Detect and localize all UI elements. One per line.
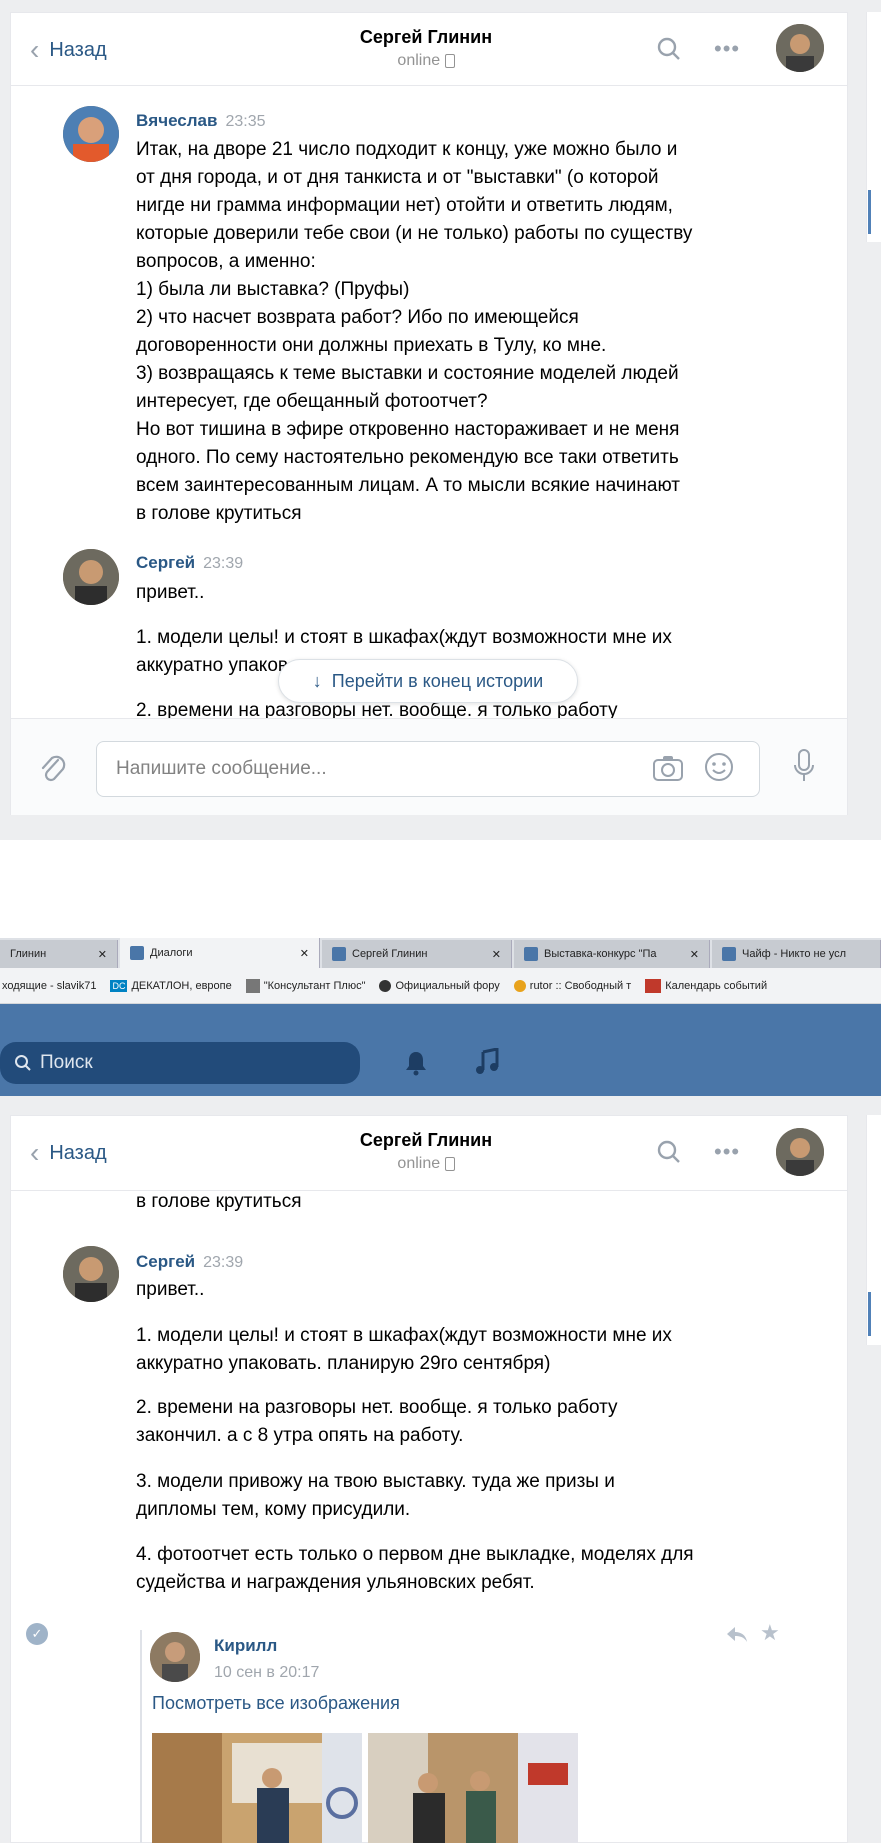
- view-all-images-link[interactable]: Посмотреть все изображения: [152, 1693, 400, 1714]
- vk-icon: [332, 947, 346, 961]
- forward-quote-bar: [140, 1630, 142, 1843]
- online-status: online: [276, 1155, 576, 1173]
- chat-name: Сергей Глинин: [359, 27, 493, 47]
- side-panel-marker: [868, 190, 871, 234]
- youtube-icon: [722, 947, 736, 961]
- message-avatar[interactable]: [63, 106, 119, 162]
- close-icon[interactable]: ✕: [300, 947, 309, 960]
- bookmark-item[interactable]: DC ДЕКАТЛОН, европе: [110, 979, 232, 992]
- back-button[interactable]: ‹ Назад: [30, 1137, 107, 1169]
- message-paragraph: 3. модели привожу на твою выставку. туда…: [136, 1471, 615, 1520]
- vk-search-input[interactable]: Поиск: [0, 1042, 360, 1084]
- message-paragraph: 2. времени на разговоры нет. вообще. я т…: [136, 1397, 618, 1446]
- screenshot-gap: [0, 840, 881, 938]
- decathlon-icon: DC: [110, 979, 128, 992]
- search-icon[interactable]: [656, 36, 682, 67]
- browser-tab[interactable]: Выставка-конкурс "Па ✕: [514, 940, 710, 968]
- side-panel-marker: [868, 1292, 871, 1336]
- message-text: Итак, на дворе 21 число подходит к концу…: [136, 139, 693, 524]
- attach-icon[interactable]: [38, 752, 68, 791]
- chevron-left-icon: ‹: [30, 1137, 40, 1168]
- chat-avatar[interactable]: [776, 1128, 824, 1176]
- online-status: online: [276, 52, 576, 70]
- message-author[interactable]: Сергей 23:39: [136, 553, 243, 573]
- mobile-icon: [444, 53, 455, 68]
- browser-tab-active[interactable]: Диалоги ✕: [120, 938, 320, 968]
- message-author[interactable]: Сергей 23:39: [136, 1252, 243, 1272]
- bookmark-item[interactable]: Календарь событий: [645, 978, 767, 993]
- message-paragraph: 1. модели целы! и стоят в шкафах(ждут во…: [136, 1325, 672, 1374]
- vk-icon: [130, 946, 144, 960]
- bell-icon[interactable]: [404, 1050, 428, 1081]
- chevron-left-icon: ‹: [30, 34, 40, 65]
- rutor-icon: [513, 979, 526, 992]
- chat-title: Сергей Глинин online: [276, 1130, 576, 1173]
- message-text: аккуратно упаков: [136, 655, 288, 676]
- bookmark-item[interactable]: "Консультант Плюс": [245, 978, 365, 993]
- calendar-icon: [645, 978, 662, 993]
- arrow-down-icon: ↓: [312, 670, 322, 691]
- bookmark-item[interactable]: Официальный фору: [379, 979, 500, 992]
- close-icon[interactable]: ✕: [492, 948, 501, 961]
- selected-check-icon[interactable]: ✓: [26, 1623, 48, 1645]
- more-icon[interactable]: •••: [714, 36, 740, 62]
- message-time: 23:35: [225, 113, 266, 130]
- header-divider: [10, 85, 848, 86]
- bookmark-item[interactable]: rutor :: Свободный т: [513, 979, 631, 992]
- message-time: 23:39: [203, 1254, 244, 1271]
- chat-avatar[interactable]: [776, 24, 824, 72]
- forward-date: 10 сен в 20:17: [214, 1664, 320, 1681]
- search-icon: [15, 1055, 31, 1071]
- music-icon[interactable]: [474, 1047, 500, 1081]
- camera-icon[interactable]: [652, 754, 684, 787]
- browser-tab[interactable]: Чайф - Никто не усл: [712, 940, 881, 968]
- message-text: 1. модели целы! и стоят в шкафах(ждут во…: [136, 627, 672, 648]
- forum-icon: [379, 979, 392, 992]
- emoji-icon[interactable]: [704, 752, 734, 787]
- browser-tab[interactable]: Сергей Глинин ✕: [322, 940, 512, 968]
- consultant-icon: [245, 978, 260, 993]
- back-button[interactable]: ‹ Назад: [30, 34, 107, 66]
- close-icon[interactable]: ✕: [98, 948, 107, 961]
- mobile-icon: [444, 1156, 455, 1171]
- message-paragraph: 4. фотоотчет есть только о первом дне вы…: [136, 1544, 694, 1593]
- forward-author[interactable]: Кирилл: [214, 1636, 277, 1656]
- vk-icon: [524, 947, 538, 961]
- message-author[interactable]: Вячеслав 23:35: [136, 111, 266, 131]
- message-time: 23:39: [203, 555, 244, 572]
- message-text: в голове крутиться: [136, 1191, 302, 1212]
- message-text: привет..: [136, 1279, 205, 1300]
- microphone-icon[interactable]: [792, 748, 816, 789]
- bookmarks-bar: ходящие - slavik71 DC ДЕКАТЛОН, европе "К…: [0, 968, 881, 1004]
- more-icon[interactable]: •••: [714, 1139, 740, 1165]
- message-text: привет..: [136, 582, 205, 603]
- forward-avatar[interactable]: [150, 1632, 200, 1682]
- reply-icon[interactable]: [726, 1626, 748, 1649]
- message-input-placeholder: Напишите сообщение...: [116, 758, 327, 779]
- message-avatar[interactable]: [63, 549, 119, 605]
- bookmark-item[interactable]: ходящие - slavik71: [2, 980, 96, 992]
- jump-to-end-button[interactable]: ↓ Перейти в конец истории: [278, 659, 578, 703]
- close-icon[interactable]: ✕: [690, 948, 699, 961]
- chat-name: Сергей Глинин: [359, 1130, 493, 1150]
- chat-title: Сергей Глинин online: [276, 27, 576, 70]
- star-icon[interactable]: ★: [760, 1620, 780, 1646]
- message-avatar[interactable]: [63, 1246, 119, 1302]
- attached-photo[interactable]: [368, 1733, 578, 1843]
- browser-tab[interactable]: Глинин ✕: [0, 940, 118, 968]
- attached-photo[interactable]: [152, 1733, 362, 1843]
- search-icon[interactable]: [656, 1139, 682, 1170]
